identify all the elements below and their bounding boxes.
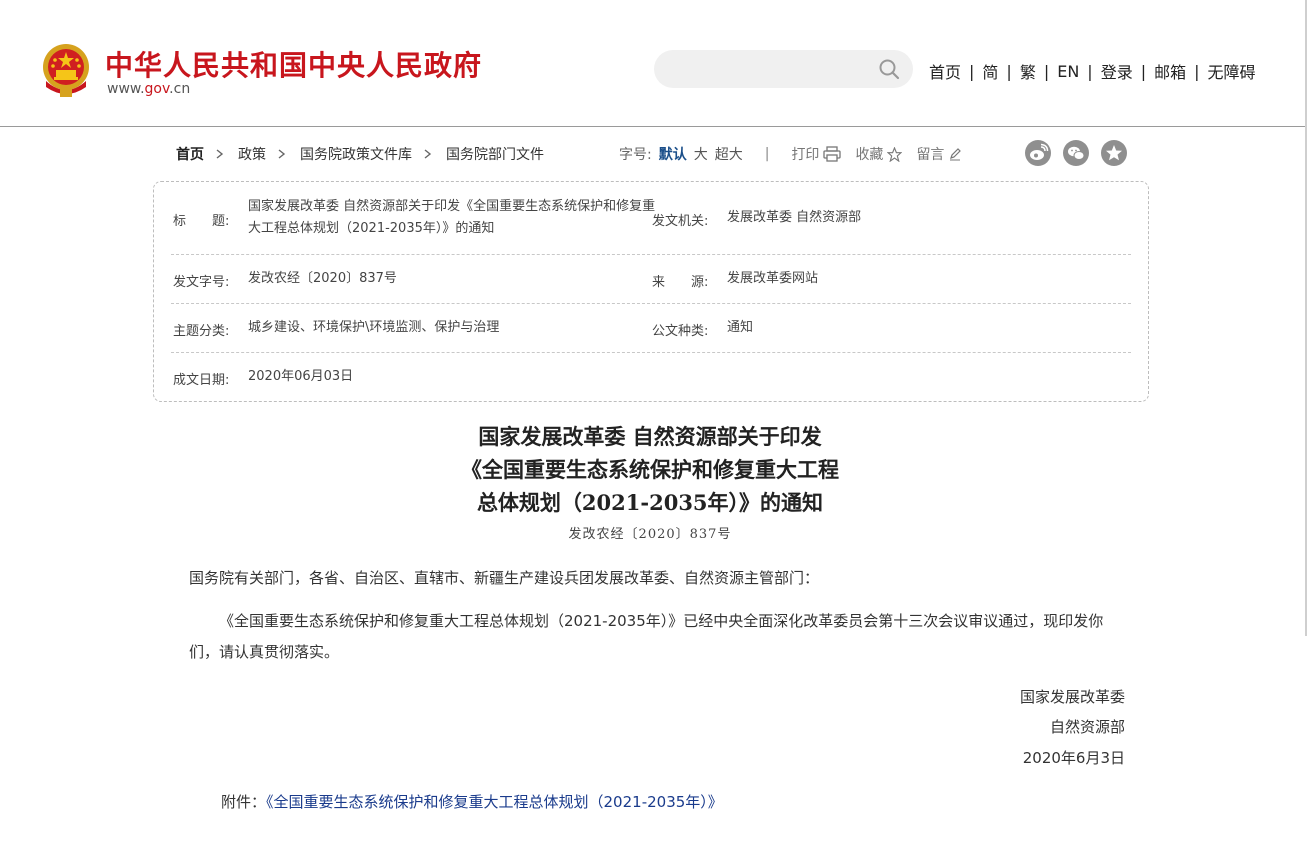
pencil-icon [950, 148, 962, 161]
attachment: 附件：《全国重要生态系统保护和修复重大工程总体规划（2021-2035年）》 [221, 791, 723, 812]
breadcrumb-policy-library[interactable]: 国务院政策文件库 [300, 144, 412, 164]
article-title: 国家发展改革委 自然资源部关于印发 《全国重要生态系统保护和修复重大工程 总体规… [300, 420, 1000, 519]
nav-english[interactable]: EN [1057, 62, 1079, 81]
chevron-right-icon [424, 149, 432, 159]
chevron-right-icon [278, 149, 286, 159]
print-button[interactable]: 打印 [791, 144, 842, 164]
favorite-label: 收藏 [855, 147, 884, 163]
site-url-suffix: .cn [169, 81, 191, 97]
site-url-gov: gov [144, 81, 170, 97]
attachment-label: 附件： [221, 793, 267, 811]
font-size-large[interactable]: 大 [694, 144, 708, 164]
issuer-value: 发展改革委 自然资源部 [727, 210, 862, 225]
doc-type-label: 公文种类: [652, 324, 709, 339]
share-wechat-button[interactable] [1063, 140, 1089, 166]
nav-separator: | [1006, 61, 1012, 81]
search-box [654, 50, 913, 88]
star-icon [887, 146, 903, 162]
title-label: 标 题: [173, 214, 230, 229]
topic-value: 城乡建设、环境保护\环境监测、保护与治理 [248, 320, 500, 335]
nav-accessibility[interactable]: 无障碍 [1208, 59, 1256, 83]
date-value: 2020年06月03日 [248, 369, 354, 384]
signature-date: 2020年6月3日 [1022, 749, 1125, 767]
article-salutation: 国务院有关部门，各省、自治区、直辖市、新疆生产建设兵团发展改革委、自然资源主管部… [189, 569, 820, 587]
wechat-icon [1068, 146, 1085, 160]
nav-traditional[interactable]: 繁 [1020, 59, 1036, 83]
nav-simplified[interactable]: 简 [982, 59, 998, 83]
nav-separator: | [1043, 61, 1050, 81]
search-input[interactable] [674, 58, 868, 82]
site-url-prefix: www. [107, 81, 145, 97]
doc-number-value: 发改农经〔2020〕837号 [248, 271, 397, 286]
breadcrumb-policy[interactable]: 政策 [238, 144, 266, 164]
info-row-date: 成文日期: 2020年06月03日 [171, 352, 1131, 401]
comment-label: 留言 [916, 147, 945, 163]
breadcrumb-department-docs[interactable]: 国务院部门文件 [446, 144, 544, 164]
weibo-icon [1030, 143, 1049, 160]
article-body-paragraph: 《全国重要生态系统保护和修复重大工程总体规划（2021-2035年）》已经中央全… [189, 612, 1104, 661]
qzone-star-icon [1106, 145, 1122, 161]
font-size-xlarge[interactable]: 超大 [715, 144, 743, 164]
nav-separator: | [1087, 61, 1093, 81]
nav-separator: | [1140, 61, 1147, 81]
nav-separator: | [969, 61, 975, 81]
chevron-right-icon [216, 149, 224, 159]
info-row-title: 标 题: 国家发展改革委 自然资源部关于印发《全国重要生态系统保护和修复重大工程… [171, 182, 1131, 255]
nav-home[interactable]: 首页 [929, 59, 961, 83]
site-title[interactable]: 中华人民共和国中央人民政府 [105, 44, 482, 84]
date-label: 成文日期: [173, 373, 230, 388]
font-size-default[interactable]: 默认 [659, 144, 687, 164]
nav-login[interactable]: 登录 [1101, 59, 1133, 83]
toolbar-separator: | [764, 146, 770, 162]
article-doc-number: 发改农经〔2020〕837号 [568, 527, 732, 542]
attachment-link[interactable]: 《全国重要生态系统保护和修复重大工程总体规划（2021-2035年）》 [266, 793, 723, 811]
share-buttons [1025, 140, 1139, 166]
breadcrumb-home[interactable]: 首页 [176, 144, 204, 164]
share-weibo-button[interactable] [1025, 140, 1051, 166]
info-row-docno: 发文字号: 发改农经〔2020〕837号 来 源: 发展改革委网站 [171, 254, 1131, 304]
signature-mnr: 自然资源部 [1049, 718, 1125, 736]
search-icon[interactable] [878, 58, 900, 80]
breadcrumb: 首页 政策 国务院政策文件库 国务院部门文件 [176, 144, 544, 164]
article-toolbar: 字号: 默认 大 超大 | 打印 收藏 留言 [619, 144, 976, 164]
article-title-line: 《全国重要生态系统保护和修复重大工程 [461, 457, 839, 482]
source-label: 来 源: [652, 275, 709, 290]
article-title-line: 国家发展改革委 自然资源部关于印发 [478, 424, 822, 449]
favorite-button[interactable]: 收藏 [855, 144, 903, 164]
article-title-line: 总体规划（2021-2035年）》的通知 [476, 490, 824, 515]
issuer-label: 发文机关: [652, 214, 709, 229]
nav-separator: | [1194, 61, 1200, 81]
nav-mailbox[interactable]: 邮箱 [1154, 59, 1186, 83]
print-label: 打印 [791, 147, 820, 163]
share-qzone-button[interactable] [1101, 140, 1127, 166]
printer-icon [823, 146, 842, 162]
font-size-label: 字号: [619, 147, 652, 163]
doc-number-label: 发文字号: [173, 275, 230, 290]
national-emblem-logo[interactable] [40, 43, 92, 99]
title-value: 国家发展改革委 自然资源部关于印发《全国重要生态系统保护和修复重大工程总体规划（… [248, 199, 656, 236]
signature-ndrc: 国家发展改革委 [1019, 688, 1125, 706]
top-nav: 首页 | 简 | 繁 | EN | 登录 | 邮箱 | 无障碍 [929, 59, 1256, 83]
site-url[interactable]: www.gov.cn [107, 81, 190, 97]
topic-label: 主题分类: [173, 324, 230, 339]
doc-type-value: 通知 [727, 320, 754, 335]
site-header: 中华人民共和国中央人民政府 www.gov.cn 首页 | 简 | 繁 | EN… [0, 0, 1307, 127]
document-info-table: 标 题: 国家发展改革委 自然资源部关于印发《全国重要生态系统保护和修复重大工程… [153, 181, 1149, 402]
source-value: 发展改革委网站 [727, 271, 819, 286]
comment-button[interactable]: 留言 [916, 144, 962, 164]
info-row-topic: 主题分类: 城乡建设、环境保护\环境监测、保护与治理 公文种类: 通知 [171, 303, 1131, 353]
